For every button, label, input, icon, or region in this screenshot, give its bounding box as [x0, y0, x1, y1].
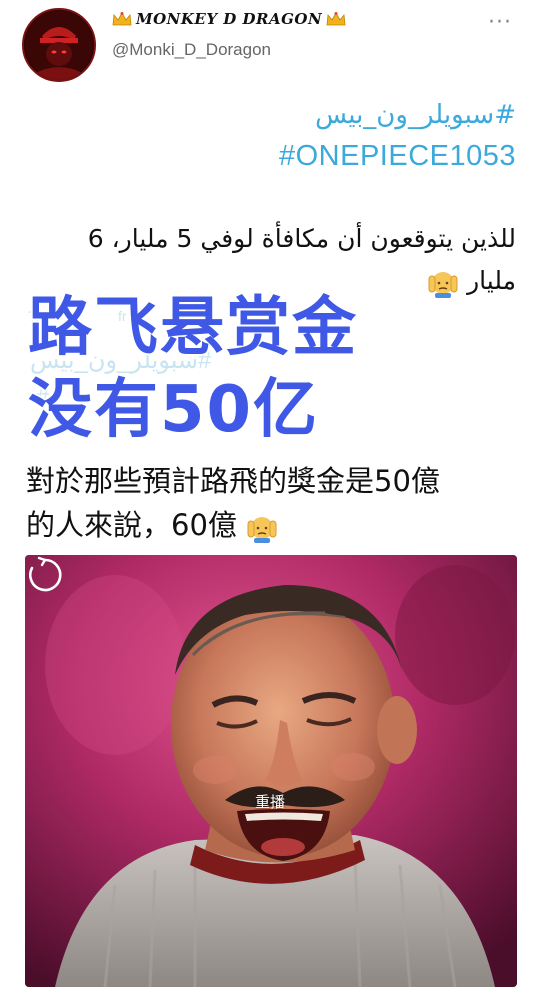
hashtag-english[interactable]: #ONEPIECE1053 — [279, 140, 516, 173]
display-name-text: MONKEY D DRAGON — [136, 10, 323, 28]
overlay-headline-line1: 路飞悬赏金 — [27, 290, 358, 367]
crown-icon — [112, 12, 132, 26]
avatar-image — [25, 11, 93, 80]
display-name[interactable]: MONKEY D DRAGON — [112, 10, 346, 28]
crown-icon — [326, 12, 346, 26]
laughing-man-image — [25, 555, 517, 987]
facepalm-emoji-icon — [247, 517, 277, 543]
replay-label[interactable]: 重播 — [255, 791, 285, 812]
more-icon[interactable]: ··· — [488, 10, 512, 35]
tweet-text-arabic-line2-text: مليار — [467, 266, 516, 295]
user-handle[interactable]: @Monki_D_Doragon — [112, 40, 271, 60]
hashtag-arabic[interactable]: #سبويلر_ون_بيس — [315, 100, 516, 130]
chinese-text-line2-text: 的人來說，60億 — [26, 508, 237, 542]
chinese-text-line1: 對於那些預計路飛的獎金是50億 — [26, 464, 440, 498]
avatar[interactable] — [22, 8, 96, 82]
facepalm-emoji-icon — [428, 272, 458, 298]
chinese-text-line2: 的人來說，60億 — [26, 502, 278, 544]
tweet-text-arabic-line2: مليار — [427, 266, 516, 298]
replay-icon[interactable] — [25, 555, 65, 595]
tweet-text-arabic-line1: للذين يتوقعون أن مكافأة لوفي 5 مليار، 6 — [87, 224, 516, 253]
tweet-media-gif[interactable]: 重播 — [25, 555, 517, 987]
overlay-headline-line2: 没有50亿 — [26, 372, 320, 449]
tweet-page: MONKEY D DRAGON @Monki_D_Doragon ··· #سب… — [0, 0, 540, 1000]
